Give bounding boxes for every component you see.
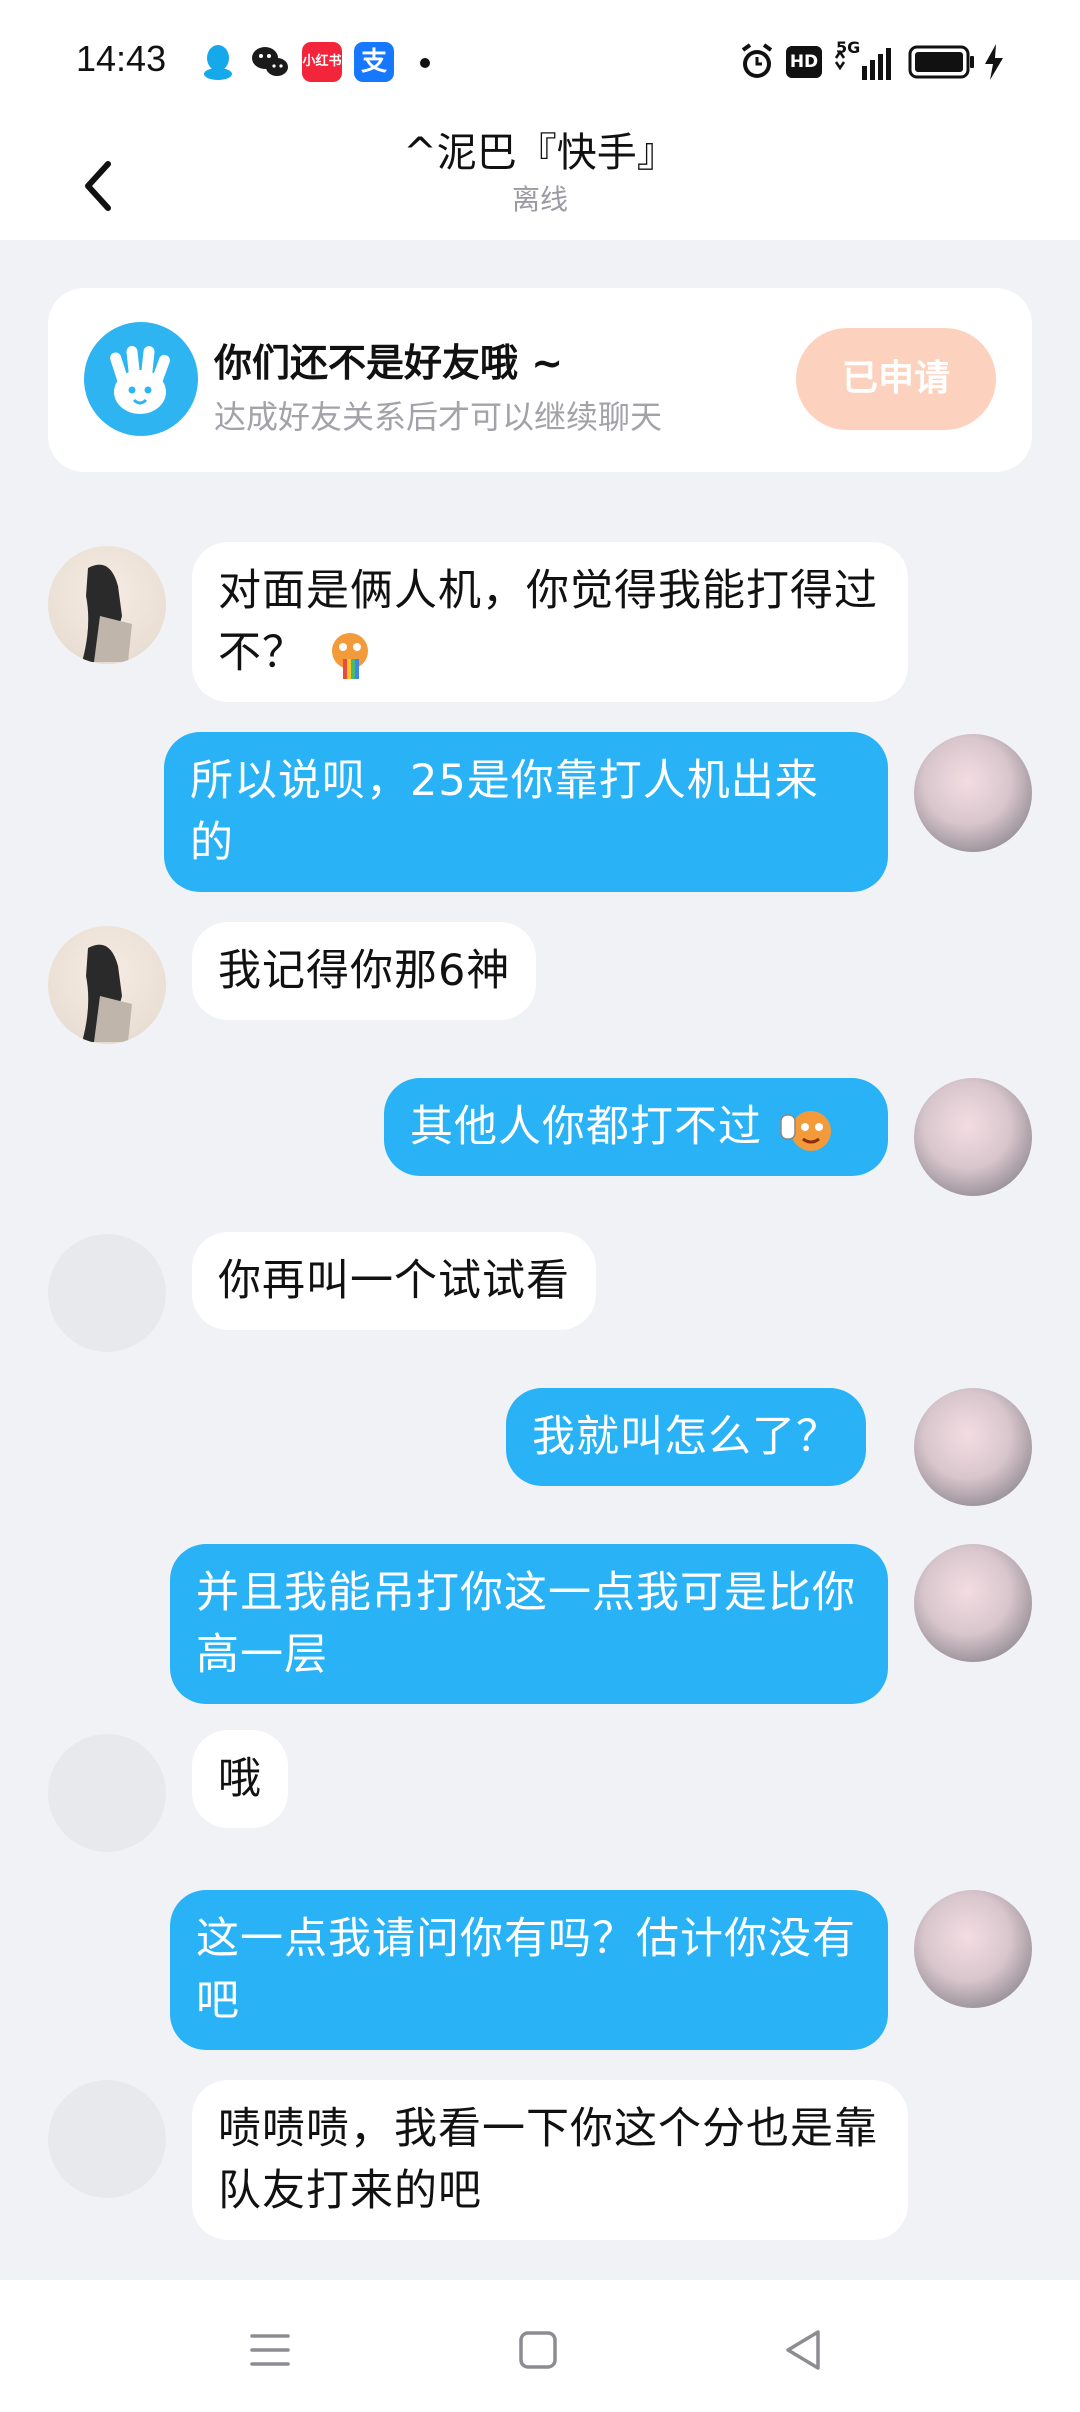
home-icon[interactable] <box>508 2320 568 2380</box>
applied-button[interactable]: 已申请 <box>796 328 996 430</box>
more-notifications-dot <box>420 58 430 68</box>
my-avatar[interactable] <box>914 1388 1032 1506</box>
message-bubble-in[interactable]: 对面是俩人机，你觉得我能打得过不？ <box>192 542 908 702</box>
crying-wave-emoji <box>777 1105 839 1155</box>
message-bubble-out[interactable]: 这一点我请问你有吗？估计你没有吧 <box>170 1890 888 2050</box>
alipay-icon: 支 <box>354 42 394 82</box>
message-bubble-in[interactable]: 你再叫一个试试看 <box>192 1232 596 1330</box>
alarm-icon <box>741 43 773 78</box>
my-avatar[interactable] <box>914 734 1032 852</box>
menu-icon[interactable] <box>240 2320 300 2380</box>
chat-title: ^泥巴『快手』 <box>403 130 677 176</box>
hd-badge: HD <box>786 46 822 78</box>
qq-icon <box>198 42 238 82</box>
xiaohongshu-icon: 小红书 <box>302 42 342 82</box>
system-nav-bar <box>0 2280 1080 2412</box>
message-bubble-in[interactable]: 我记得你那6神 <box>192 922 537 1020</box>
message-text: 其他人你都打不过 <box>410 1102 762 1152</box>
wave-hand-icon <box>84 322 198 436</box>
contact-avatar[interactable] <box>48 546 166 664</box>
not-friends-banner: 你们还不是好友哦 ~ 达成好友关系后才可以继续聊天 已申请 <box>48 288 1032 472</box>
contact-avatar[interactable] <box>48 1234 166 1352</box>
message-bubble-out[interactable]: 其他人你都打不过 <box>384 1078 888 1176</box>
contact-avatar[interactable] <box>48 2080 166 2198</box>
my-avatar[interactable] <box>914 1544 1032 1662</box>
contact-avatar[interactable] <box>48 1734 166 1852</box>
message-bubble-out[interactable]: 我就叫怎么了？ <box>506 1388 866 1486</box>
chat-header: ^泥巴『快手』 离线 <box>0 120 1080 240</box>
banner-title: 你们还不是好友哦 ~ <box>214 341 564 385</box>
message-bubble-in[interactable]: 啧啧啧，我看一下你这个分也是靠队友打来的吧 <box>192 2080 908 2240</box>
vomit-rainbow-emoji <box>321 631 379 681</box>
contact-avatar[interactable] <box>48 926 166 1044</box>
my-avatar[interactable] <box>914 1078 1032 1196</box>
charging-icon <box>985 44 1003 80</box>
banner-subtitle: 达成好友关系后才可以继续聊天 <box>214 398 663 436</box>
message-bubble-in[interactable]: 哦 <box>192 1730 288 1828</box>
back-icon[interactable] <box>774 2320 834 2380</box>
signal-icon <box>834 48 891 80</box>
my-avatar[interactable] <box>914 1890 1032 2008</box>
message-bubble-out[interactable]: 所以说呗，25是你靠打人机出来的 <box>164 732 888 892</box>
message-text: 对面是俩人机，你觉得我能打得过不？ <box>218 566 878 678</box>
message-bubble-out[interactable]: 并且我能吊打你这一点我可是比你高一层 <box>170 1544 888 1704</box>
online-status: 离线 <box>511 183 568 216</box>
status-bar: 14:43 小红书 支 HD 5G <box>0 0 1080 120</box>
wechat-icon <box>250 42 290 82</box>
status-time: 14:43 <box>76 38 167 79</box>
battery-icon <box>908 45 974 79</box>
